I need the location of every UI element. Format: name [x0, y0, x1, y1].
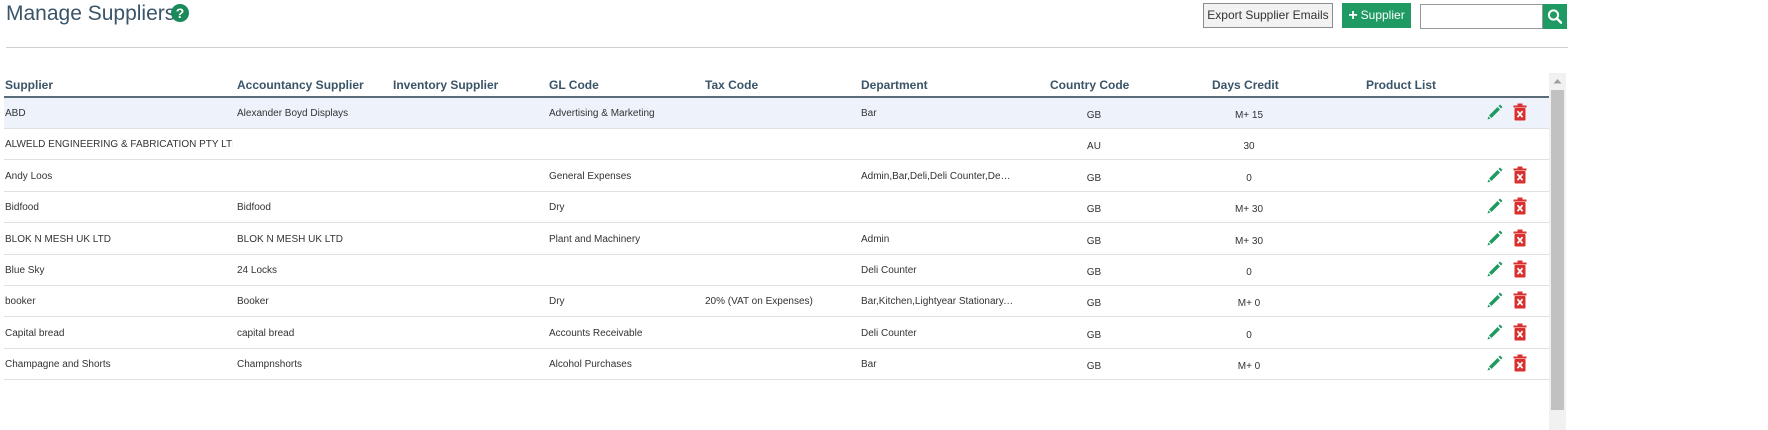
table-row[interactable]: Champagne and Shorts Champnshorts Alcohol … [4, 349, 1549, 380]
country-code-cell: GB [1086, 361, 1102, 372]
delete-icon[interactable] [1512, 291, 1528, 309]
supplier-cell: BLOK N MESH UK LTD [5, 234, 111, 245]
tax-code-cell: 20% (VAT on Expenses) [705, 296, 813, 307]
country-code-cell: GB [1086, 236, 1102, 247]
column-header-tax-code[interactable]: Tax Code [705, 78, 758, 92]
accountancy-supplier-cell: Booker [237, 296, 269, 307]
gl-code-cell: Plant and Machinery [549, 234, 641, 245]
days-credit-cell: 0 [1246, 267, 1252, 278]
pencil-icon[interactable] [1486, 291, 1504, 309]
days-credit-cell: 0 [1246, 330, 1252, 341]
country-code-cell: GB [1086, 330, 1102, 341]
department-cell: Deli Counter [861, 265, 917, 276]
delete-icon[interactable] [1512, 166, 1528, 184]
delete-icon[interactable] [1512, 354, 1528, 372]
scroll-up-arrow[interactable] [1549, 73, 1566, 90]
column-header-gl-code[interactable]: GL Code [549, 78, 599, 92]
delete-icon[interactable] [1512, 197, 1528, 215]
supplier-cell: Andy Loos [5, 171, 53, 182]
country-code-cell: GB [1086, 298, 1102, 309]
country-code-cell: AU [1087, 141, 1101, 152]
supplier-cell: ABD [5, 108, 26, 119]
days-credit-cell: M+ 15 [1234, 110, 1264, 121]
pencil-icon[interactable] [1486, 197, 1504, 215]
add-supplier-label: Supplier [1360, 8, 1405, 22]
country-code-cell: GB [1086, 110, 1102, 121]
page-title: Manage Suppliers [6, 2, 176, 25]
gl-code-cell: Alcohol Purchases [549, 359, 632, 370]
table-row[interactable]: booker Booker Dry 20% (VAT on Expenses) Bar,… [4, 286, 1549, 317]
accountancy-supplier-cell: BLOK N MESH UK LTD [237, 234, 343, 245]
accountancy-supplier-cell: Bidfood [237, 202, 271, 213]
table-row[interactable]: ALWELD ENGINEERING & FABRICATION PTY LTD… [4, 129, 1549, 160]
country-code-cell: GB [1086, 173, 1102, 184]
table-row[interactable]: Blue Sky 24 Locks Deli Counter GB 0 [4, 255, 1549, 286]
delete-icon[interactable] [1512, 323, 1528, 341]
column-header-inventory-supplier[interactable]: Inventory Supplier [393, 78, 498, 92]
delete-icon[interactable] [1512, 229, 1528, 247]
column-header-product-list[interactable]: Product List [1366, 78, 1436, 92]
supplier-cell: Bidfood [5, 202, 39, 213]
table-row[interactable]: BLOK N MESH UK LTD BLOK N MESH UK LTD Plan… [4, 224, 1549, 255]
days-credit-cell: M+ 0 [1237, 361, 1261, 372]
department-cell: Admin,Bar,Deli,Deli Counter,Dem... [861, 171, 1014, 182]
department-cell: Bar [861, 359, 877, 370]
accountancy-supplier-cell: Alexander Boyd Displays [237, 108, 349, 119]
pencil-icon[interactable] [1486, 103, 1504, 121]
vertical-scrollbar[interactable] [1549, 73, 1566, 430]
table-row[interactable]: Bidfood Bidfood Dry GB M+ 30 [4, 192, 1549, 223]
days-credit-cell: 0 [1246, 173, 1252, 184]
supplier-cell: ALWELD ENGINEERING & FABRICATION PTY LTD [5, 139, 233, 150]
country-code-cell: GB [1086, 204, 1102, 215]
department-cell: Deli Counter [861, 328, 917, 339]
days-credit-cell: M+ 30 [1234, 236, 1264, 247]
supplier-cell: Blue Sky [5, 265, 45, 276]
delete-icon[interactable] [1512, 103, 1528, 121]
pencil-icon[interactable] [1486, 229, 1504, 247]
column-header-accountancy-supplier[interactable]: Accountancy Supplier [237, 78, 364, 92]
accountancy-supplier-cell: capital bread [237, 328, 295, 339]
help-icon[interactable]: ? [171, 4, 189, 22]
column-header-supplier[interactable]: Supplier [5, 78, 53, 92]
add-supplier-button[interactable]: + Supplier [1342, 3, 1411, 28]
table-row[interactable]: Andy Loos General Expenses Admin,Bar,Deli,… [4, 161, 1549, 192]
pencil-icon[interactable] [1486, 354, 1504, 372]
pencil-icon[interactable] [1486, 260, 1504, 278]
plus-icon: + [1348, 7, 1358, 24]
pencil-icon[interactable] [1486, 166, 1504, 184]
column-header-country-code[interactable]: Country Code [1050, 78, 1129, 92]
gl-code-cell: Dry [549, 296, 565, 307]
triangle-up-icon [1553, 79, 1562, 84]
search-icon [1547, 9, 1563, 24]
gl-code-cell: Advertising & Marketing [549, 108, 655, 119]
column-header-department[interactable]: Department [861, 78, 928, 92]
days-credit-cell: M+ 0 [1237, 298, 1261, 309]
supplier-cell: booker [5, 296, 36, 307]
accountancy-supplier-cell: 24 Locks [237, 265, 278, 276]
department-cell: Bar [861, 108, 877, 119]
delete-icon[interactable] [1512, 260, 1528, 278]
pencil-icon[interactable] [1486, 323, 1504, 341]
country-code-cell: GB [1086, 267, 1102, 278]
supplier-cell: Capital bread [5, 328, 65, 339]
column-header-days-credit[interactable]: Days Credit [1212, 78, 1279, 92]
supplier-cell: Champagne and Shorts [5, 359, 111, 370]
table-row[interactable]: ABD Alexander Boyd Displays Advertising & … [4, 98, 1549, 129]
gl-code-cell: Accounts Receivable [549, 328, 643, 339]
department-cell: Admin [861, 234, 890, 245]
days-credit-cell: M+ 30 [1234, 204, 1264, 215]
accountancy-supplier-cell: Champnshorts [237, 359, 303, 370]
export-supplier-emails-button[interactable]: Export Supplier Emails [1203, 3, 1333, 28]
days-credit-cell: 30 [1243, 141, 1255, 152]
department-cell: Bar,Kitchen,Lightyear Stationary,... [861, 296, 1014, 307]
gl-code-cell: Dry [549, 202, 565, 213]
header-divider [6, 47, 1568, 48]
search-button[interactable] [1543, 4, 1567, 29]
gl-code-cell: General Expenses [549, 171, 632, 182]
scroll-thumb[interactable] [1551, 90, 1564, 410]
table-row[interactable]: Capital bread capital bread Accounts Recei… [4, 318, 1549, 349]
search-input[interactable] [1420, 4, 1543, 29]
